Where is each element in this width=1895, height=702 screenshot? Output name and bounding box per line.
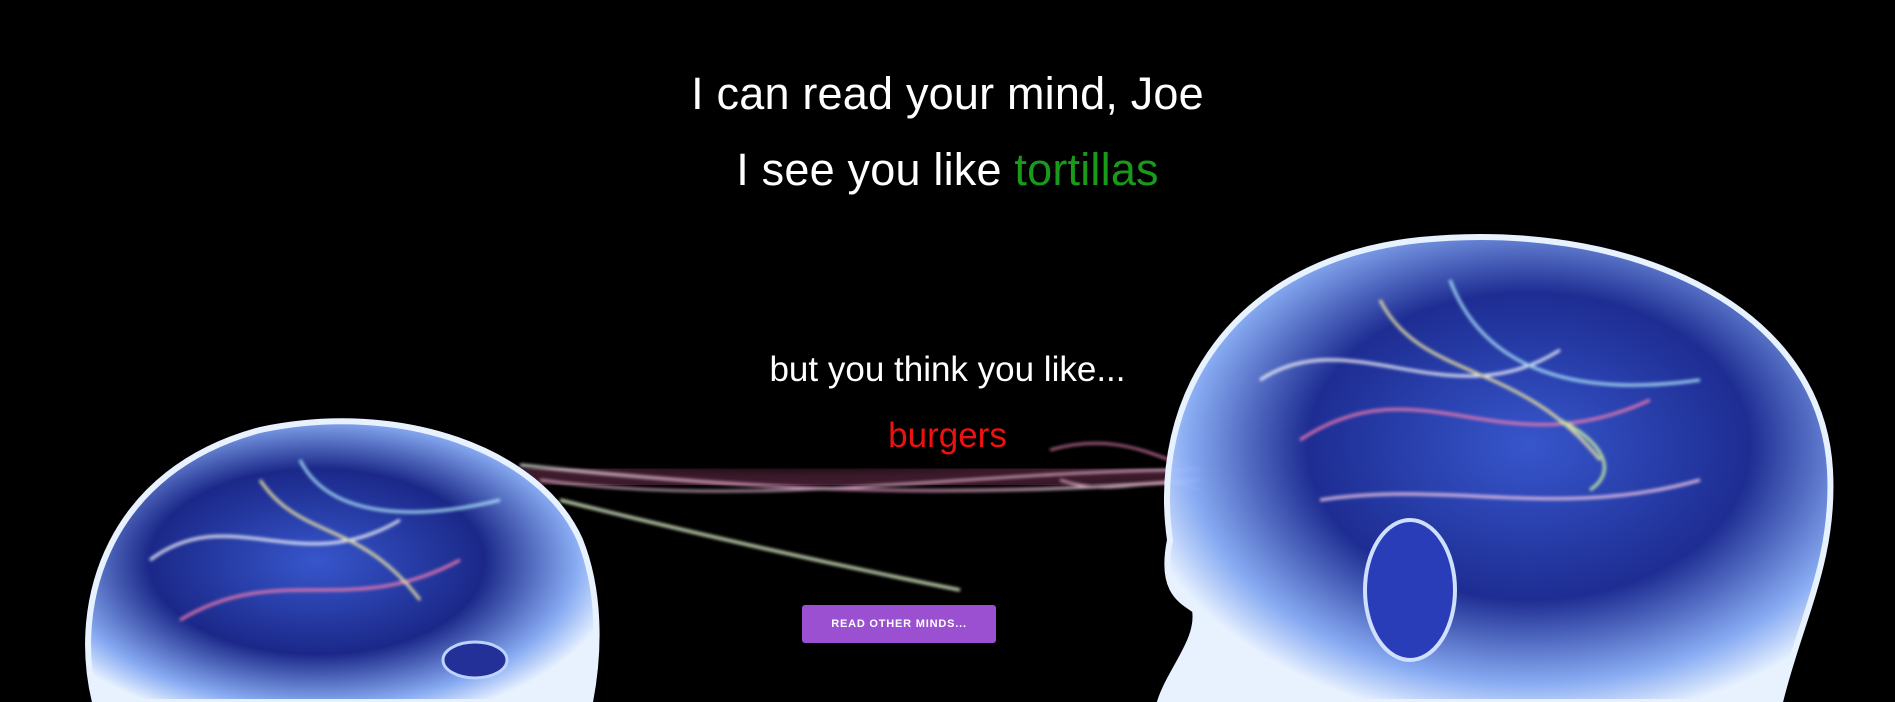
thought-preference-food: burgers — [888, 416, 1007, 455]
headline-true-preference: I see you like tortillas — [0, 144, 1895, 196]
read-other-minds-button[interactable]: READ OTHER MINDS... — [802, 605, 996, 643]
right-head-shape — [1156, 234, 1834, 702]
thought-preference-intro: but you think you like... — [769, 350, 1126, 389]
true-preference-prefix: I see you like — [736, 144, 1015, 195]
true-preference-food: tortillas — [1014, 144, 1159, 195]
headline-mind-reading: I can read your mind, Joe — [691, 68, 1204, 119]
hero-stage: I can read your mind, Joe I see you like… — [0, 0, 1895, 702]
left-head-shape — [85, 418, 600, 702]
